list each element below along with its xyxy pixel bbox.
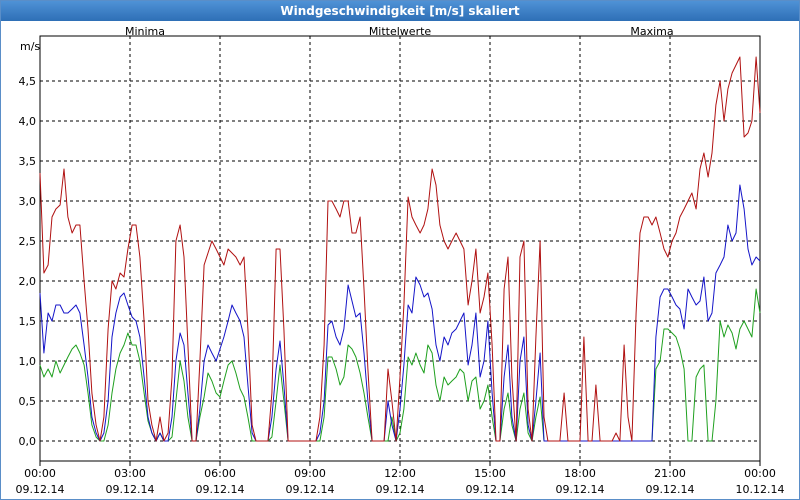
x-tick-time: 00:00 [24,467,56,480]
x-tick-time: 12:00 [384,467,416,480]
x-tick-time: 09:00 [294,467,326,480]
x-tick-date: 09.12.14 [376,483,425,496]
wind-speed-chart: 0,0 0,5 1,0 1,5 2,0 2,5 3,0 3,5 4,0 4,5 00:00 09.12… [16,25,785,496]
y-tick-label: 0,5 [19,395,37,408]
y-tick-label: 0,0 [19,435,37,448]
x-tick-date: 09.12.14 [16,483,65,496]
x-tick-date: 09.12.14 [646,483,695,496]
legend-maxima: Maxima [630,25,673,38]
y-tick-label: 3,0 [19,195,37,208]
x-tick-time: 00:00 [744,467,776,480]
x-tick-date: 10.12.14 [736,483,785,496]
x-tick-date: 09.12.14 [106,483,155,496]
x-tick-time: 18:00 [564,467,596,480]
y-tick-label: 2,0 [19,275,37,288]
x-tick-date: 09.12.14 [466,483,515,496]
y-tick-label: 1,5 [19,315,37,328]
x-tick-date: 09.12.14 [196,483,245,496]
y-tick-label: 2,5 [19,235,37,248]
y-tick-label: 4,0 [19,115,37,128]
legend-minima: Minima [125,25,165,38]
x-tick-date: 09.12.14 [286,483,335,496]
y-tick-label: 1,0 [19,355,37,368]
x-tick-time: 06:00 [204,467,236,480]
y-axis-label: m/s [20,40,40,53]
x-tick-date: 09.12.14 [556,483,605,496]
y-tick-label: 3,5 [19,155,37,168]
x-tick-time: 15:00 [474,467,506,480]
y-tick-label: 4,5 [19,75,37,88]
legend-mittelwerte: Mittelwerte [369,25,432,38]
x-tick-time: 21:00 [654,467,686,480]
x-tick-time: 03:00 [114,467,146,480]
